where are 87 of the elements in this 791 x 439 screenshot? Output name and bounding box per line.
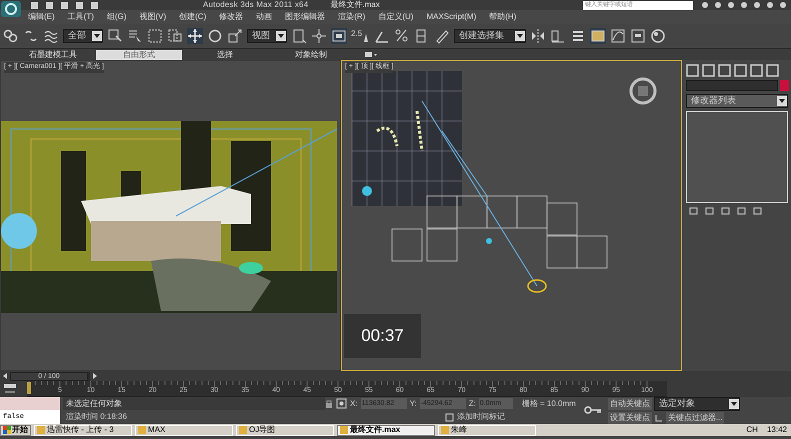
manipulate-icon[interactable]: [311, 28, 327, 44]
key-mode-dropdown[interactable]: 选定对象: [654, 396, 740, 410]
taskbar-button[interactable]: 迅雷快传 - 上传 - 3: [34, 424, 132, 436]
caret-icon[interactable]: [515, 31, 526, 41]
selection-filter-dropdown[interactable]: 全部: [63, 29, 103, 43]
menu-item[interactable]: 编辑(E): [28, 11, 55, 23]
status-prompt: 未选定任何对象: [63, 397, 325, 410]
pencil-icon[interactable]: [434, 28, 450, 44]
ribbon-tab[interactable]: 石墨建模工具: [10, 50, 96, 60]
taskbar-button[interactable]: 最终文件.max: [337, 424, 435, 436]
grid-spacing: 栅格 = 10.0mm: [522, 398, 576, 410]
rotate-icon[interactable]: [207, 28, 223, 44]
menu-item[interactable]: 图形编辑器: [285, 11, 326, 23]
coordinate-label: Y:: [410, 398, 417, 410]
coordinate-label: X:: [350, 398, 358, 410]
wave-icon[interactable]: [43, 28, 59, 44]
caret-icon[interactable]: [777, 96, 787, 106]
clock: 13:42: [766, 424, 787, 436]
window-crossing-icon[interactable]: [167, 28, 183, 44]
current-frame-marker: [27, 382, 31, 394]
window-icon: [441, 426, 449, 434]
reference-coordinate-dropdown[interactable]: 视图: [247, 29, 287, 43]
graphite-ribbon-icon[interactable]: [590, 28, 606, 44]
menu-item[interactable]: 渲染(R): [338, 11, 366, 23]
ribbon-tab[interactable]: 自由形式: [96, 50, 182, 60]
select-object-icon[interactable]: [107, 28, 123, 44]
auto-key-button[interactable]: 自动关键点: [608, 398, 652, 410]
key-filters-button[interactable]: 关键点过滤器...: [666, 412, 724, 424]
named-selection-dropdown[interactable]: 创建选择集: [454, 29, 526, 43]
app-logo-icon[interactable]: [0, 0, 22, 18]
menu-item[interactable]: 工具(T): [68, 11, 94, 23]
material-editor-icon[interactable]: [650, 28, 666, 44]
object-color-swatch[interactable]: [780, 80, 789, 91]
set-key-button[interactable]: 设置关键点: [608, 412, 652, 424]
key-icon[interactable]: [584, 405, 602, 415]
window-icon: [138, 426, 146, 434]
taskbar-button[interactable]: 朱峰: [438, 424, 536, 436]
snap-toggle[interactable]: 2.5: [351, 28, 370, 44]
add-time-tag[interactable]: 添加时间标记: [457, 411, 505, 423]
video-timer: 00:37: [344, 314, 421, 358]
menu-item[interactable]: 帮助(H): [489, 11, 516, 23]
ribbon-tab[interactable]: 选择: [182, 50, 268, 60]
menu-item[interactable]: 创建(C): [179, 11, 206, 23]
modifier-list-dropdown[interactable]: 修改器列表: [686, 94, 788, 108]
windows-logo-icon: [3, 426, 11, 434]
menu-item[interactable]: 视图(V): [139, 11, 166, 23]
window-icon: [239, 426, 247, 434]
render-time: 渲染时间 0:18:36: [65, 411, 128, 423]
keyboard-override-icon[interactable]: [331, 28, 347, 44]
menu-item[interactable]: 修改器: [219, 11, 244, 23]
rectangle-selection-icon[interactable]: [147, 28, 163, 44]
menu-item[interactable]: 组(G): [106, 11, 126, 23]
caret-icon[interactable]: [276, 31, 286, 41]
window-title: Autodesk 3ds Max 2011 x64: [203, 0, 308, 11]
ribbon-options-icon[interactable]: [364, 50, 378, 58]
language-indicator[interactable]: CH: [746, 424, 758, 436]
caret-icon[interactable]: [92, 31, 102, 41]
window-icon: [37, 426, 45, 434]
curve-editor-toggle-icon[interactable]: [3, 383, 17, 395]
scale-icon[interactable]: [227, 28, 243, 44]
chain-link-icon[interactable]: [3, 28, 19, 44]
ribbon-tab[interactable]: 对象绘制: [268, 50, 354, 60]
taskbar-button[interactable]: OJ导图: [236, 424, 334, 436]
lock-icon[interactable]: [325, 398, 333, 408]
mirror-icon[interactable]: [530, 28, 546, 44]
curve-editor-icon[interactable]: [610, 28, 626, 44]
menu-item[interactable]: 自定义(U): [378, 11, 414, 23]
menu-item[interactable]: 动画: [256, 11, 272, 23]
schematic-view-icon[interactable]: [630, 28, 646, 44]
viewcube-icon[interactable]: [629, 77, 657, 105]
align-icon[interactable]: [550, 28, 566, 44]
start-button[interactable]: 开始: [0, 424, 31, 436]
absolute-mode-icon[interactable]: [336, 398, 347, 409]
window-icon: [340, 426, 348, 434]
taskbar-button[interactable]: MAX: [135, 424, 233, 436]
coordinate-label: Z:: [468, 398, 476, 410]
file-name: 最终文件.max: [330, 0, 380, 11]
caret-icon[interactable]: [728, 398, 739, 408]
broken-link-icon[interactable]: [23, 28, 39, 44]
percent-snap-icon[interactable]: [394, 28, 410, 44]
select-by-name-icon[interactable]: [127, 28, 143, 44]
menu-item[interactable]: MAXScript(M): [426, 11, 476, 23]
object-name-field[interactable]: [686, 80, 778, 91]
corner-icon[interactable]: [654, 412, 664, 422]
maxscript-listener-field[interactable]: [0, 397, 60, 410]
pivot-icon[interactable]: [291, 28, 307, 44]
move-icon[interactable]: [187, 28, 203, 44]
